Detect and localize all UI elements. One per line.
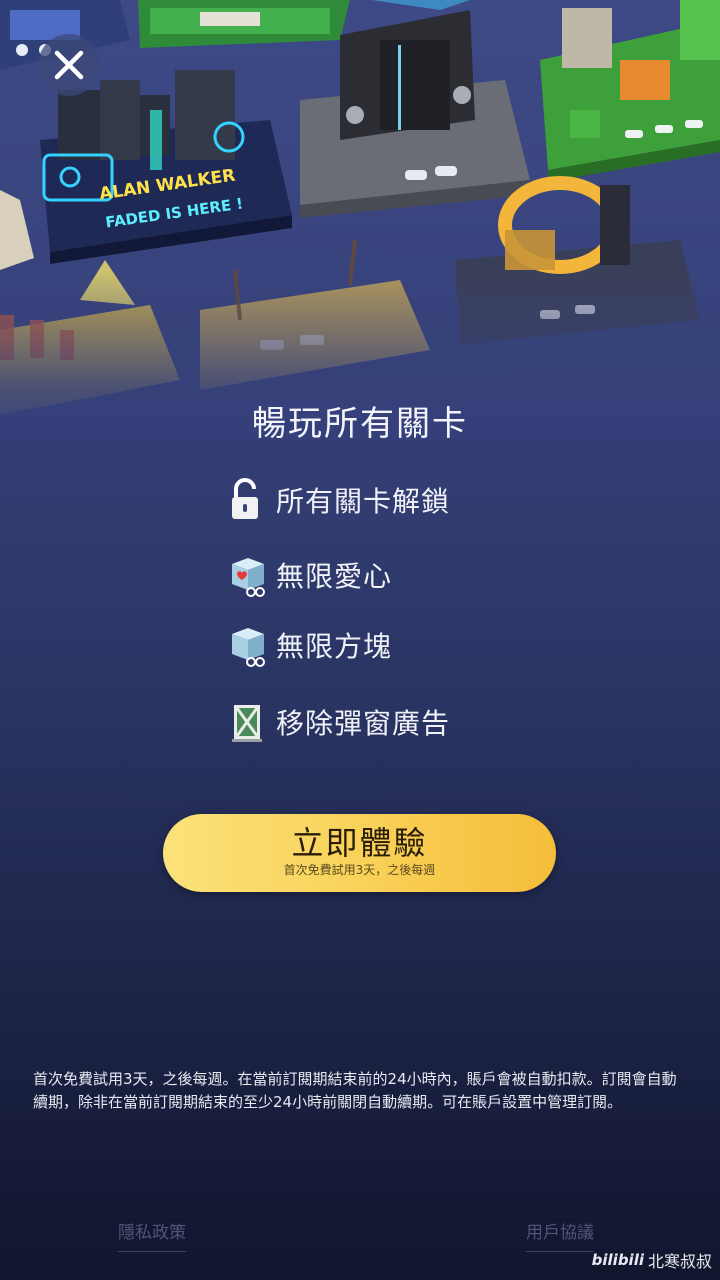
unlock-icon xyxy=(232,478,258,519)
privacy-policy-link[interactable]: 隱私政策 xyxy=(118,1218,186,1252)
level-preview-collage: ALAN WALKER FADED IS HERE ! xyxy=(0,0,720,440)
feature-unlock-levels: 所有關卡解鎖 xyxy=(224,472,544,528)
watermark-text: 北寒叔叔 xyxy=(647,1252,712,1271)
feature-label: 移除彈窗廣告 xyxy=(276,707,451,740)
bilibili-logo: bilibili xyxy=(591,1251,644,1269)
feature-label: 無限方塊 xyxy=(276,630,393,663)
feature-unlimited-hearts: 無限愛心 xyxy=(224,547,544,603)
feature-label: 所有關卡解鎖 xyxy=(276,485,451,518)
trial-terms-label: 首次免費試用3天，之後每週 xyxy=(283,863,436,877)
cube-icon xyxy=(232,628,265,667)
close-button[interactable] xyxy=(38,34,100,96)
heart-cube-icon xyxy=(232,558,265,597)
try-now-label: 立即體驗 xyxy=(291,824,428,862)
subscription-terms-text: 首次免費試用3天，之後每週。在當前訂閱期結束前的24小時內，賬戶會被自動扣款。訂… xyxy=(33,1070,677,1111)
close-icon xyxy=(54,50,84,80)
level-tiles-illustration: ALAN WALKER FADED IS HERE ! xyxy=(0,0,720,415)
user-agreement-link[interactable]: 用戶協議 xyxy=(526,1218,594,1252)
feature-remove-ads: 移除彈窗廣告 xyxy=(224,694,544,750)
offer-title: 暢玩所有關卡 xyxy=(252,404,468,444)
watermark: bilibili 北寒叔叔 xyxy=(592,1248,712,1272)
no-ads-icon xyxy=(232,705,262,742)
feature-label: 無限愛心 xyxy=(276,560,393,593)
feature-unlimited-cubes: 無限方塊 xyxy=(224,617,544,673)
try-now-button[interactable]: 立即體驗 首次免費試用3天，之後每週 xyxy=(163,814,556,892)
